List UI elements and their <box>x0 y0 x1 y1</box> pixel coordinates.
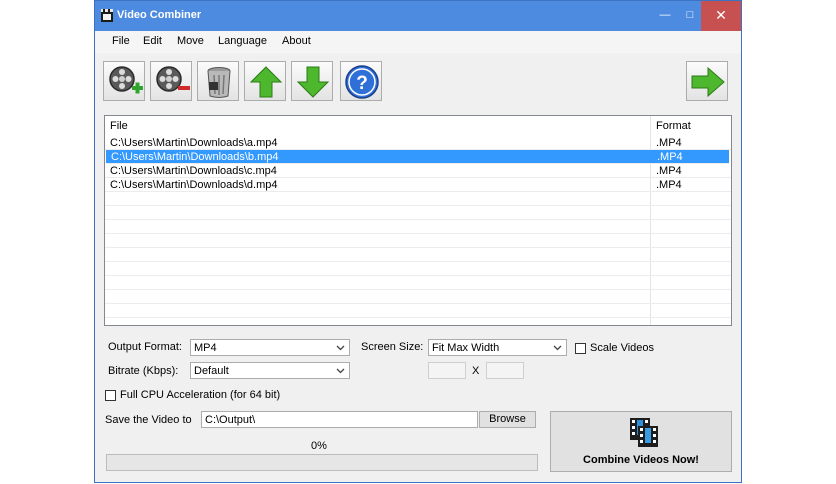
empty-row <box>105 192 731 206</box>
bitrate-label: Bitrate (Kbps): <box>108 365 179 377</box>
svg-text:?: ? <box>356 73 368 94</box>
help-icon: ? <box>345 65 379 99</box>
save-location-label: Save the Video to <box>105 414 192 426</box>
film-reel-minus-icon <box>156 66 190 92</box>
arrow-right-icon <box>691 66 725 98</box>
menu-bar: File Edit Move Language About <box>95 31 741 53</box>
save-path-value: C:\Output\ <box>205 414 256 426</box>
column-header-format[interactable]: Format <box>656 120 691 132</box>
trash-bin-icon <box>207 67 231 98</box>
film-clapper-icon <box>101 9 113 22</box>
width-input[interactable] <box>428 362 466 379</box>
full-cpu-checkbox[interactable] <box>105 390 116 401</box>
file-path-cell: C:\Users\Martin\Downloads\a.mp4 <box>110 137 278 149</box>
film-reel-plus-icon <box>109 66 143 94</box>
output-format-label: Output Format: <box>108 341 182 353</box>
empty-row <box>105 276 731 290</box>
empty-row <box>105 206 731 220</box>
help-button[interactable]: ? <box>340 61 382 101</box>
move-up-button[interactable] <box>244 61 286 101</box>
arrow-down-icon <box>296 66 330 98</box>
save-path-input[interactable]: C:\Output\ <box>201 411 478 428</box>
output-format-select[interactable]: MP4 <box>190 339 350 356</box>
file-row[interactable]: C:\Users\Martin\Downloads\b.mp4 .MP4 <box>106 150 729 164</box>
menu-about[interactable]: About <box>282 35 311 47</box>
title-bar[interactable]: Video Combiner — □ ✕ <box>95 1 741 31</box>
empty-row <box>105 262 731 276</box>
bitrate-select[interactable]: Default <box>190 362 350 379</box>
minimize-button[interactable]: — <box>654 1 676 31</box>
bitrate-value: Default <box>194 365 229 377</box>
file-path-cell: C:\Users\Martin\Downloads\d.mp4 <box>110 179 278 191</box>
combine-videos-label: Combine Videos Now! <box>583 454 699 466</box>
empty-row <box>105 304 731 318</box>
browse-button[interactable]: Browse <box>479 411 536 428</box>
screen-size-select[interactable]: Fit Max Width <box>428 339 567 356</box>
file-format-cell: .MP4 <box>657 151 683 163</box>
file-format-cell: .MP4 <box>656 165 682 177</box>
file-list[interactable]: File Format C:\Users\Martin\Downloads\a.… <box>104 115 732 326</box>
close-button[interactable]: ✕ <box>701 1 741 31</box>
menu-move[interactable]: Move <box>177 35 204 47</box>
screen-size-label: Screen Size: <box>361 341 424 353</box>
progress-text: 0% <box>311 440 327 452</box>
clear-list-button[interactable] <box>197 61 239 101</box>
screen-size-value: Fit Max Width <box>432 342 500 354</box>
empty-row <box>105 234 731 248</box>
scale-videos-label: Scale Videos <box>590 342 655 354</box>
combine-videos-button[interactable]: Combine Videos Now! <box>550 411 732 472</box>
film-strip-icon <box>630 418 658 447</box>
menu-file[interactable]: File <box>112 35 130 47</box>
file-row[interactable]: C:\Users\Martin\Downloads\c.mp4 .MP4 <box>105 164 731 178</box>
size-separator: X <box>472 365 480 377</box>
file-row[interactable]: C:\Users\Martin\Downloads\d.mp4 .MP4 <box>105 178 731 192</box>
empty-row <box>105 290 731 304</box>
empty-row <box>105 248 731 262</box>
chevron-down-icon <box>553 345 562 351</box>
column-header-file[interactable]: File <box>110 120 128 132</box>
window-title: Video Combiner <box>117 9 202 21</box>
full-cpu-label: Full CPU Acceleration (for 64 bit) <box>120 389 281 401</box>
scale-videos-checkbox[interactable] <box>575 343 586 354</box>
menu-edit[interactable]: Edit <box>143 35 162 47</box>
file-path-cell: C:\Users\Martin\Downloads\c.mp4 <box>110 165 277 177</box>
empty-row <box>105 220 731 234</box>
menu-language[interactable]: Language <box>218 35 267 47</box>
chevron-down-icon <box>336 368 345 374</box>
next-button[interactable] <box>686 61 728 101</box>
file-row[interactable]: C:\Users\Martin\Downloads\a.mp4 .MP4 <box>105 136 731 150</box>
add-video-button[interactable] <box>103 61 145 101</box>
app-window: Video Combiner — □ ✕ File Edit Move Lang… <box>94 0 742 483</box>
height-input[interactable] <box>486 362 524 379</box>
output-format-value: MP4 <box>194 342 217 354</box>
move-down-button[interactable] <box>291 61 333 101</box>
progress-bar <box>106 454 538 471</box>
file-path-cell: C:\Users\Martin\Downloads\b.mp4 <box>111 151 279 163</box>
arrow-up-icon <box>249 66 283 98</box>
chevron-down-icon <box>336 345 345 351</box>
remove-video-button[interactable] <box>150 61 192 101</box>
maximize-button[interactable]: □ <box>679 1 701 31</box>
file-format-cell: .MP4 <box>656 179 682 191</box>
file-format-cell: .MP4 <box>656 137 682 149</box>
